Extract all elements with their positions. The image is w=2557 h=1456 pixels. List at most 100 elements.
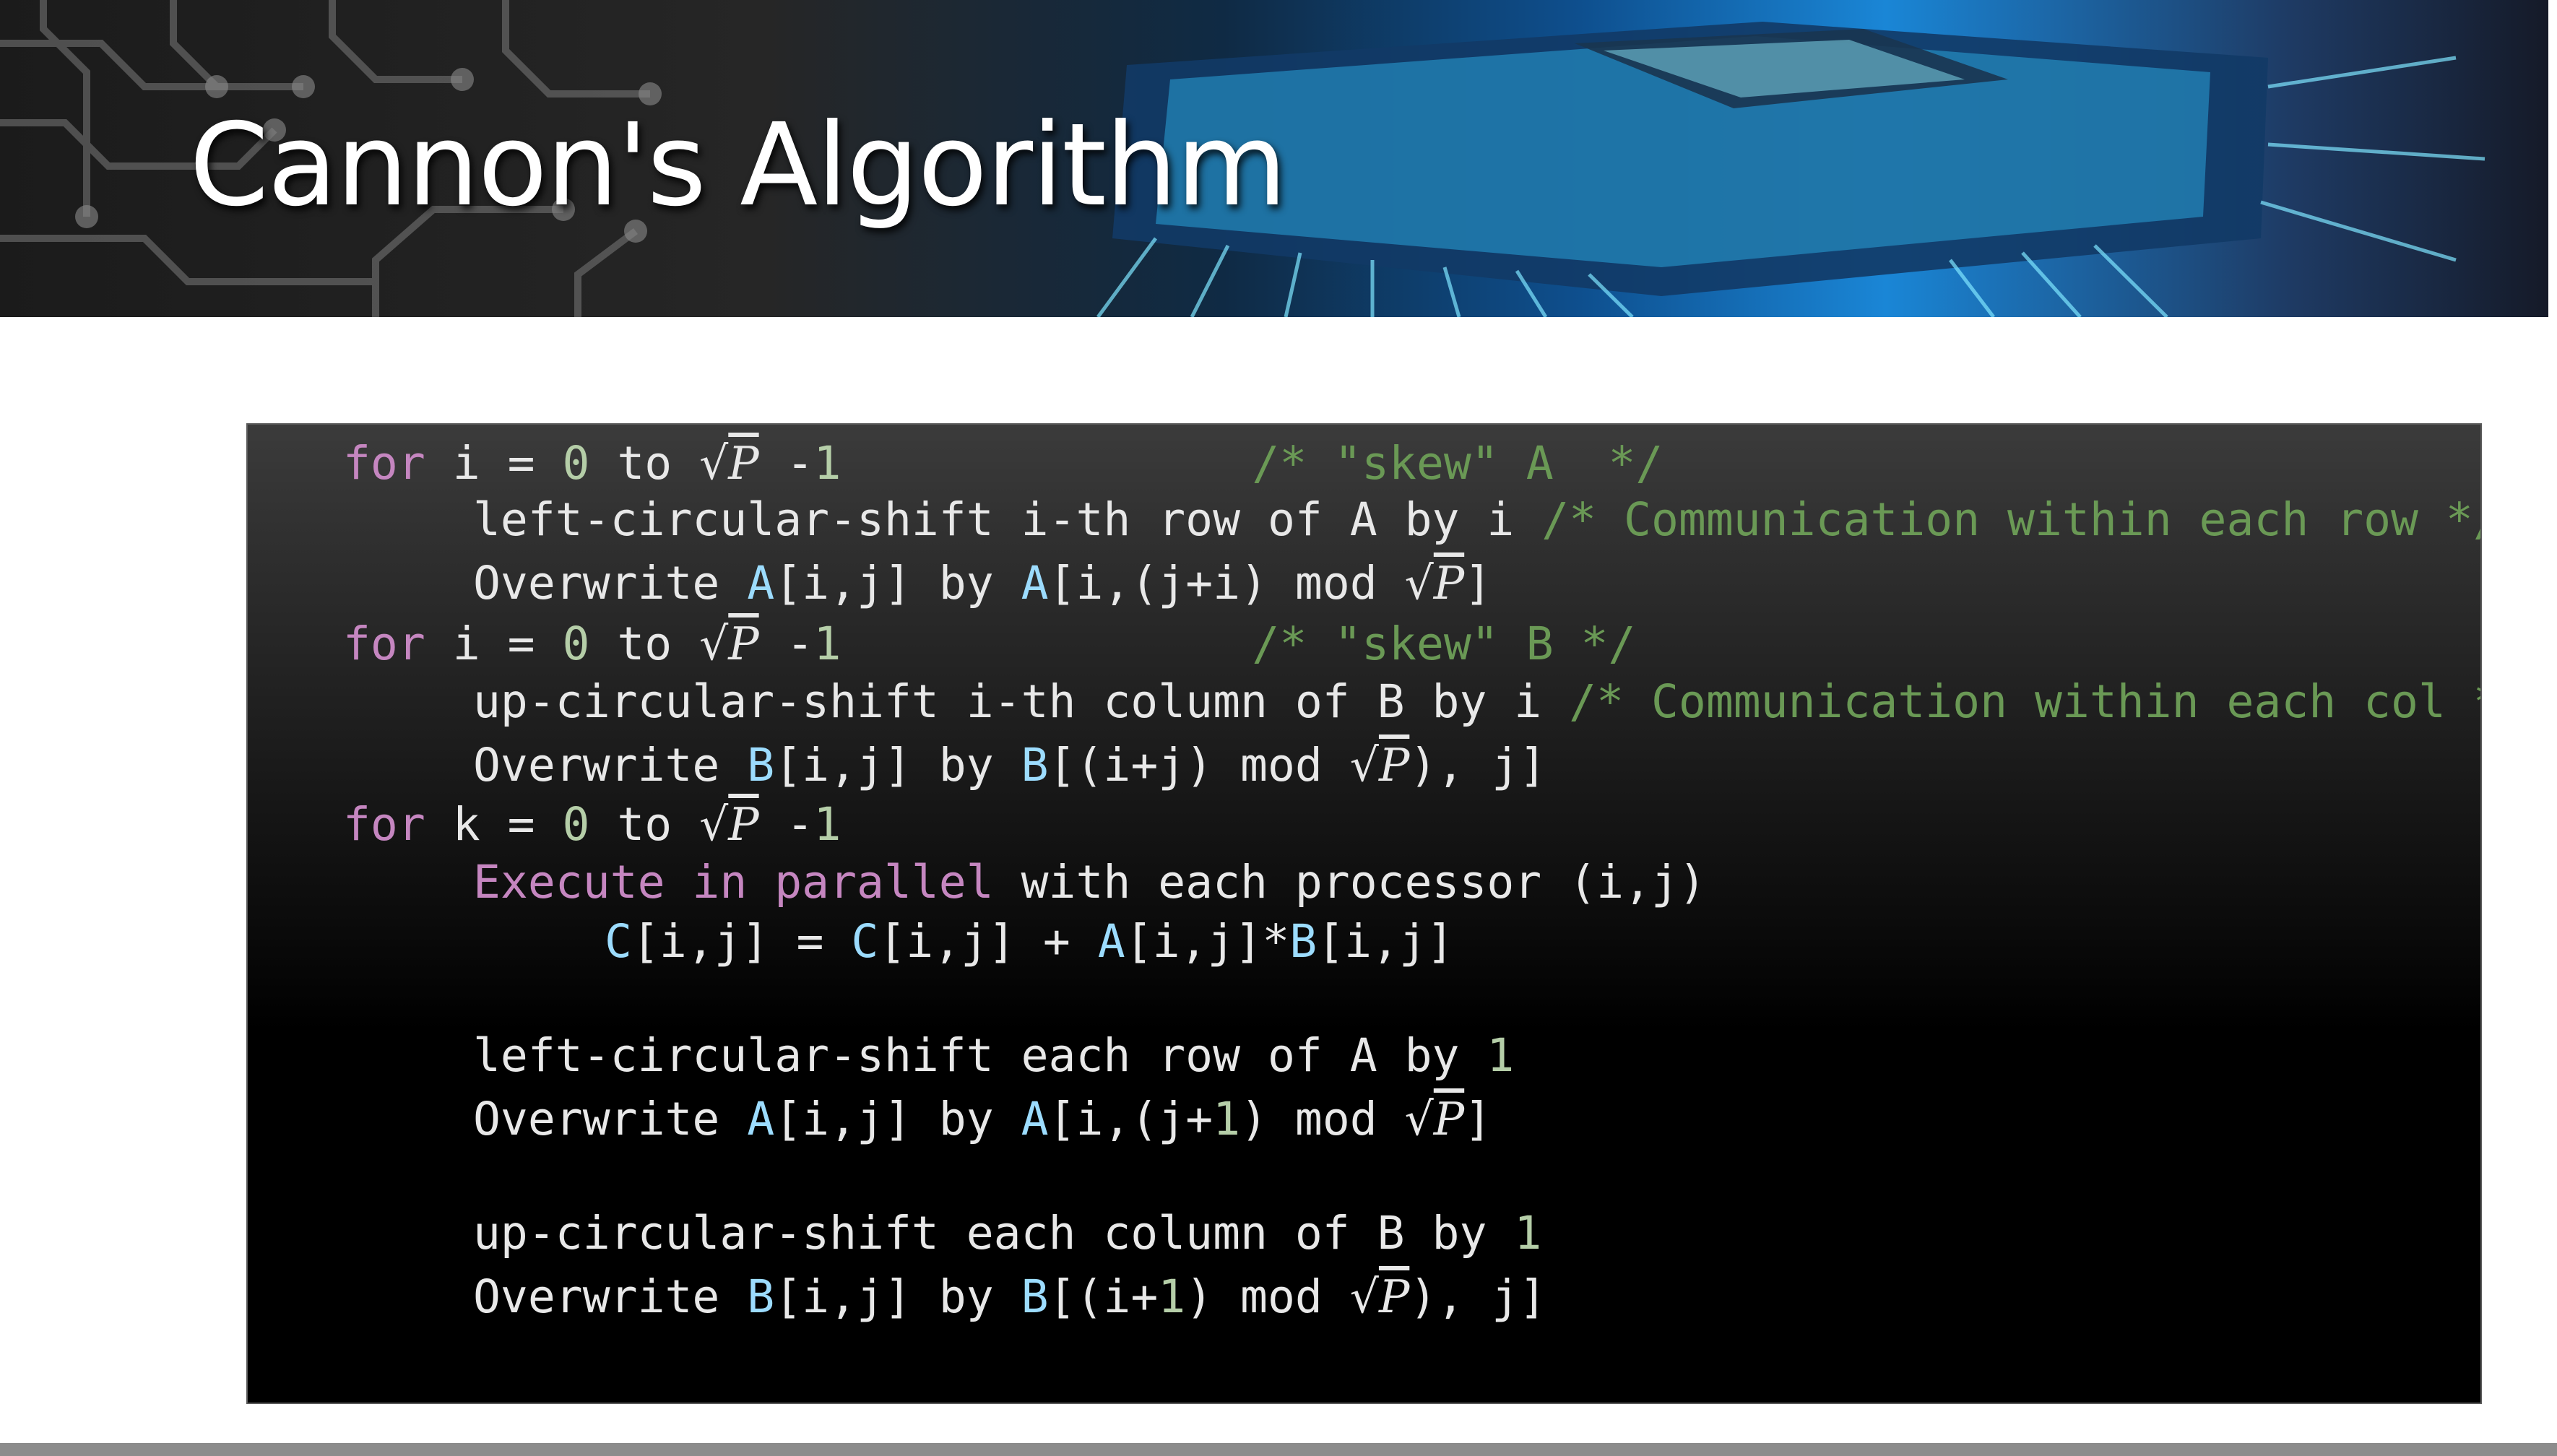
code-line: left-circular-shift i-th row of A by i /… bbox=[473, 497, 2480, 542]
sqrt-symbol: √P bbox=[1349, 1270, 1410, 1323]
code-token-var: A bbox=[747, 1093, 775, 1145]
code-token-num: 1 bbox=[1514, 1207, 1542, 1260]
code-token-num: 1 bbox=[1487, 1029, 1515, 1082]
code-line: up-circular-shift i-th column of B by i … bbox=[473, 679, 2480, 724]
code-token-txt: [i,(j+ bbox=[1048, 1093, 1213, 1145]
code-token-var: B bbox=[1021, 1270, 1049, 1323]
code-token-kw: Execute in parallel bbox=[473, 856, 994, 909]
code-token-txt: [i,j] by bbox=[774, 1270, 1021, 1323]
code-token-var: B bbox=[747, 1270, 775, 1323]
sqrt-symbol: √P bbox=[699, 618, 759, 670]
code-token-num: 1 bbox=[1213, 1093, 1241, 1145]
code-token-txt: Overwrite bbox=[473, 739, 748, 792]
code-line: Overwrite B[i,j] by B[(i+j) mod √P), j] bbox=[473, 742, 1546, 788]
sqrt-operand: P bbox=[728, 798, 759, 851]
code-line: for k = 0 to √P -1 bbox=[343, 802, 841, 847]
code-token-txt: to bbox=[589, 618, 700, 670]
code-token-txt: k = bbox=[425, 798, 563, 851]
code-token-num: 1 bbox=[813, 437, 841, 490]
sqrt-operand: P bbox=[728, 437, 759, 490]
code-line: left-circular-shift each row of A by 1 bbox=[473, 1033, 1514, 1078]
code-token-var: B bbox=[1289, 915, 1318, 968]
code-token-txt: to bbox=[589, 437, 700, 490]
bottom-scroll-strip bbox=[0, 1443, 2557, 1456]
code-token-txt: with each processor (i,j) bbox=[993, 856, 1706, 909]
sqrt-symbol: √P bbox=[699, 437, 759, 490]
code-token-var: B bbox=[1021, 739, 1049, 792]
code-token-txt: left-circular-shift i-th row of A by i bbox=[473, 493, 1542, 546]
sqrt-operand: P bbox=[728, 618, 759, 670]
code-token-txt: [i,j] bbox=[1317, 915, 1454, 968]
code-token-txt: [i,j] by bbox=[774, 739, 1021, 792]
code-token-cm: /* Communication within each col */ bbox=[1569, 675, 2482, 728]
code-token-cm: /* Communication within each row */ bbox=[1541, 493, 2482, 546]
code-token-var: C bbox=[605, 915, 632, 968]
code-token-txt: [i,(j+i) mod bbox=[1048, 557, 1405, 610]
code-token-txt: [(i+ bbox=[1048, 1270, 1159, 1323]
code-token-num: 1 bbox=[813, 798, 841, 851]
slide-right-edge bbox=[2548, 0, 2557, 1456]
sqrt-operand: P bbox=[1433, 557, 1465, 610]
code-token-txt: to bbox=[589, 798, 700, 851]
slide-title: Cannon's Algorithm bbox=[189, 99, 1287, 232]
code-token-txt: - bbox=[758, 618, 814, 670]
code-token-txt: - bbox=[758, 437, 814, 490]
code-token-txt: ), j] bbox=[1409, 739, 1546, 792]
code-token-txt: i = bbox=[425, 437, 563, 490]
sqrt-operand: P bbox=[1378, 1270, 1410, 1323]
code-token-txt: up-circular-shift i-th column of B by i bbox=[473, 675, 1570, 728]
code-line: for i = 0 to √P -1 /* "skew" A */ bbox=[343, 441, 1663, 486]
code-token-txt: ) mod bbox=[1185, 1270, 1350, 1323]
code-line: Overwrite A[i,j] by A[i,(j+1) mod √P] bbox=[473, 1096, 1492, 1142]
code-token-txt: [i,j] = bbox=[631, 915, 852, 968]
code-token-cm: /* "skew" A */ bbox=[1252, 437, 1663, 490]
code-token-txt: ), j] bbox=[1409, 1270, 1546, 1323]
code-token-txt: ] bbox=[1464, 1093, 1492, 1145]
code-token-kw: for bbox=[343, 618, 425, 670]
code-token-var: C bbox=[851, 915, 879, 968]
code-line: for i = 0 to √P -1 /* "skew" B */ bbox=[343, 621, 1635, 667]
code-token-num: 0 bbox=[562, 437, 590, 490]
code-token-num: 0 bbox=[562, 798, 590, 851]
code-line: Execute in parallel with each processor … bbox=[473, 859, 1706, 905]
sqrt-operand: P bbox=[1433, 1093, 1465, 1145]
code-token-txt: ) mod bbox=[1240, 1093, 1405, 1145]
code-token-num: 1 bbox=[813, 618, 841, 670]
code-token-txt: [(i+j) mod bbox=[1048, 739, 1350, 792]
code-line: Overwrite A[i,j] by A[i,(j+i) mod √P] bbox=[473, 560, 1492, 606]
code-token-var: A bbox=[1097, 915, 1125, 968]
code-token-txt: ] bbox=[1464, 557, 1492, 610]
code-token-txt: [i,j] by bbox=[774, 557, 1021, 610]
code-token-txt: Overwrite bbox=[473, 1270, 748, 1323]
code-token-var: B bbox=[747, 739, 775, 792]
code-token-cm: /* "skew" B */ bbox=[1252, 618, 1636, 670]
code-token-txt: Overwrite bbox=[473, 557, 748, 610]
code-token-txt: left-circular-shift each row of A by bbox=[473, 1029, 1487, 1082]
code-token-txt: [i,j]* bbox=[1125, 915, 1290, 968]
code-line: up-circular-shift each column of B by 1 bbox=[473, 1210, 1541, 1256]
sqrt-symbol: √P bbox=[699, 798, 759, 851]
code-token-var: A bbox=[747, 557, 775, 610]
code-token-txt: - bbox=[758, 798, 814, 851]
code-panel: for i = 0 to √P -1 /* "skew" A */left-ci… bbox=[246, 423, 2482, 1404]
code-token-num: 0 bbox=[562, 618, 590, 670]
code-token-txt: up-circular-shift each column of B by bbox=[473, 1207, 1515, 1260]
code-token-txt: i = bbox=[425, 618, 563, 670]
code-line: C[i,j] = C[i,j] + A[i,j]*B[i,j] bbox=[605, 919, 1454, 964]
sqrt-operand: P bbox=[1378, 739, 1410, 792]
header-banner: Cannon's Algorithm bbox=[0, 0, 2548, 317]
code-token-var: A bbox=[1021, 1093, 1049, 1145]
code-token-num: 1 bbox=[1158, 1270, 1186, 1323]
sqrt-symbol: √P bbox=[1349, 739, 1410, 792]
sqrt-symbol: √P bbox=[1404, 557, 1465, 610]
code-token-kw: for bbox=[343, 437, 425, 490]
code-line: Overwrite B[i,j] by B[(i+1) mod √P), j] bbox=[473, 1274, 1546, 1320]
code-token-txt: Overwrite bbox=[473, 1093, 748, 1145]
sqrt-symbol: √P bbox=[1404, 1093, 1465, 1145]
code-token-var: A bbox=[1021, 557, 1049, 610]
code-token-kw: for bbox=[343, 798, 425, 851]
code-token-txt: [i,j] + bbox=[878, 915, 1098, 968]
code-token-txt: [i,j] by bbox=[774, 1093, 1021, 1145]
